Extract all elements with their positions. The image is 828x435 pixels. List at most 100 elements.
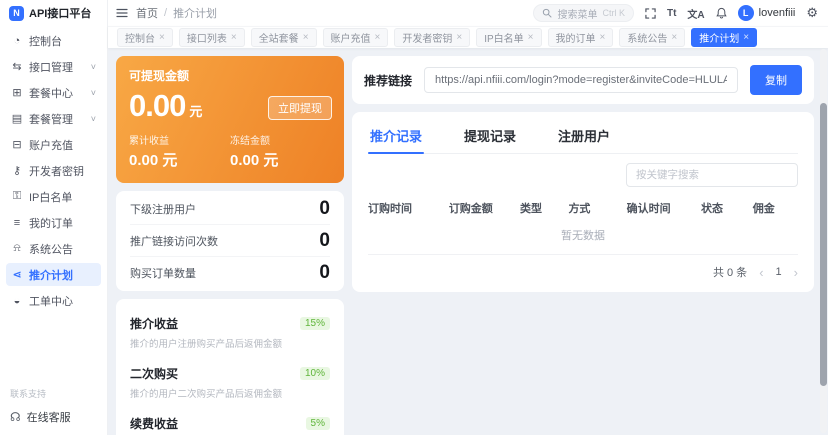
- right-column: 推荐链接 复制 推介记录 提现记录: [352, 56, 814, 435]
- notification-bell-icon[interactable]: [716, 7, 727, 19]
- share-icon: ⋖: [11, 268, 23, 281]
- commission-title: 二次购买: [130, 365, 178, 382]
- page-tag[interactable]: 全站套餐 ×: [251, 28, 317, 47]
- dashboard-icon: ◔: [11, 35, 23, 47]
- sidebar-item[interactable]: ▤ 套餐管理 ˅: [6, 107, 101, 130]
- recharge-icon: ⊟: [11, 138, 23, 151]
- scrollbar-thumb[interactable]: [820, 103, 827, 386]
- wallet-sub-stat: 冻结金额 0.00 元: [230, 132, 331, 170]
- empty-state-text: 暂无数据: [368, 216, 798, 254]
- keyword-search-input[interactable]: [626, 163, 798, 187]
- table-header-row: 订购时间 订购金额 类型 方式 确认时间 状态 佣金: [368, 200, 798, 216]
- ticket-icon: ◒: [11, 295, 23, 307]
- tag-bar: 控制台 × 接口列表 × 全站套餐 × 账户充值 × 开发者密钥 ×: [108, 26, 828, 48]
- menu-search-input[interactable]: 搜索菜单 Ctrl K: [533, 4, 634, 22]
- commission-title: 推介收益: [130, 315, 178, 332]
- close-icon[interactable]: ×: [743, 32, 749, 43]
- package-center-icon: ⊞: [11, 86, 23, 99]
- records-tab[interactable]: 推介记录: [368, 120, 424, 153]
- withdraw-now-button[interactable]: 立即提现: [268, 96, 332, 120]
- sidebar-item[interactable]: ◔ 控制台 ˅: [6, 29, 101, 52]
- records-tab[interactable]: 注册用户: [556, 120, 612, 153]
- page-tag[interactable]: 开发者密钥 ×: [394, 28, 470, 47]
- records-tab[interactable]: 提现记录: [462, 120, 518, 153]
- page-tag[interactable]: IP白名单 ×: [476, 28, 541, 47]
- sidebar-item[interactable]: ⍾ 系统公告 ˅: [6, 237, 101, 260]
- page-tag[interactable]: 系统公告 ×: [619, 28, 685, 47]
- breadcrumb-current: 推介计划: [173, 5, 217, 21]
- close-icon[interactable]: ×: [303, 32, 309, 43]
- scrollbar-track: [820, 49, 827, 433]
- online-service-button[interactable]: ☊ 在线客服: [10, 409, 97, 425]
- breadcrumb-separator: /: [164, 7, 167, 19]
- sidebar-item-label: IP白名单: [29, 189, 85, 205]
- headset-icon: ☊: [10, 410, 21, 424]
- page-number[interactable]: 1: [776, 266, 782, 278]
- stat-label: 下级注册用户: [130, 201, 196, 217]
- close-icon[interactable]: ×: [159, 32, 165, 43]
- commission-rates-card: 推介收益 15% 推介的用户注册购买产品后返佣金额 二次购买 10% 推介的用户…: [116, 299, 344, 435]
- breadcrumb-home[interactable]: 首页: [136, 5, 158, 21]
- referral-link-input[interactable]: [424, 67, 738, 93]
- commission-row: 推介收益 15% 推介的用户注册购买产品后返佣金额: [130, 308, 330, 358]
- sidebar-item[interactable]: ◒ 工单中心 ˅: [6, 289, 101, 312]
- sidebar-item-label: 接口管理: [29, 59, 85, 75]
- close-icon[interactable]: ×: [671, 32, 677, 43]
- page-tag-label: 控制台: [125, 30, 155, 45]
- page-tag[interactable]: 账户充值 ×: [323, 28, 389, 47]
- records-card: 推介记录 提现记录 注册用户: [352, 112, 814, 292]
- page-tag-label: 推介计划: [699, 30, 739, 45]
- sidebar-item[interactable]: ⚷ 开发者密钥 ˅: [6, 159, 101, 182]
- next-page-icon[interactable]: ›: [794, 266, 798, 279]
- api-icon: ⇆: [11, 60, 23, 73]
- page-tag[interactable]: 控制台 ×: [117, 28, 173, 47]
- main-area: 首页 / 推介计划 搜索菜单 Ctrl K Tt 文A L lovenfiii: [108, 0, 828, 435]
- page-tag-label: 接口列表: [187, 30, 227, 45]
- close-icon[interactable]: ×: [528, 32, 534, 43]
- sidebar-item[interactable]: ⚿ IP白名单 ˅: [6, 185, 101, 208]
- close-icon[interactable]: ×: [600, 32, 606, 43]
- sidebar-item[interactable]: ≡ 我的订单 ˅: [6, 211, 101, 234]
- content-area: 可提现金额 0.00 元 立即提现 累计收益 0.00 元 冻结金: [108, 48, 828, 435]
- commission-description: 推介的用户注册购买产品后返佣金额: [130, 336, 330, 350]
- top-bar: 首页 / 推介计划 搜索菜单 Ctrl K Tt 文A L lovenfiii: [108, 0, 828, 26]
- sidebar-footer: 联系支持 ☊ 在线客服: [0, 381, 107, 435]
- rate-badge: 10%: [300, 367, 330, 380]
- sidebar-item[interactable]: ⇆ 接口管理 ˅: [6, 55, 101, 78]
- search-icon: [542, 8, 552, 18]
- records-tab-label: 提现记录: [464, 129, 516, 144]
- translate-icon[interactable]: 文A: [687, 6, 704, 21]
- collapse-sidebar-icon[interactable]: [116, 7, 128, 19]
- sidebar-item-label: 套餐中心: [29, 85, 85, 101]
- close-icon[interactable]: ×: [375, 32, 381, 43]
- close-icon[interactable]: ×: [231, 32, 237, 43]
- chevron-down-icon: ˅: [91, 88, 96, 98]
- records-tabs: 推介记录 提现记录 注册用户: [368, 120, 798, 154]
- logo-icon: N: [9, 6, 24, 21]
- user-menu[interactable]: L lovenfiii: [738, 5, 796, 21]
- page-tag[interactable]: 推介计划 ×: [691, 28, 757, 47]
- stat-label: 购买订单数量: [130, 265, 196, 281]
- close-icon[interactable]: ×: [456, 32, 462, 43]
- sidebar: N API接口平台 ◔ 控制台 ˅ ⇆ 接口管理 ˅ ⊞ 套餐中心 ˅ ▤: [0, 0, 108, 435]
- sidebar-item[interactable]: ⊟ 账户充值 ˅: [6, 133, 101, 156]
- table-column-header: 订购金额: [449, 200, 520, 216]
- page-tag[interactable]: 我的订单 ×: [548, 28, 614, 47]
- copy-button[interactable]: 复制: [750, 65, 802, 95]
- page-tag-label: 系统公告: [627, 30, 667, 45]
- table-column-header: 类型: [520, 200, 568, 216]
- font-size-icon[interactable]: Tt: [667, 8, 676, 19]
- withdrawable-amount: 0.00: [129, 88, 185, 124]
- stat-value: 0: [319, 262, 330, 284]
- sidebar-item[interactable]: ⊞ 套餐中心 ˅: [6, 81, 101, 104]
- sidebar-item[interactable]: ⋖ 推介计划 ˅: [6, 263, 101, 286]
- fullscreen-icon[interactable]: [645, 8, 656, 19]
- prev-page-icon[interactable]: ‹: [759, 266, 763, 279]
- sidebar-item-label: 推介计划: [29, 267, 85, 283]
- wallet-sub-value: 0.00 元: [230, 149, 331, 170]
- wallet-sub-value: 0.00 元: [129, 149, 230, 170]
- table-column-header: 状态: [701, 200, 753, 216]
- gear-icon[interactable]: ⚙: [806, 5, 818, 21]
- page-tag[interactable]: 接口列表 ×: [179, 28, 245, 47]
- page-tag-label: IP白名单: [484, 30, 523, 45]
